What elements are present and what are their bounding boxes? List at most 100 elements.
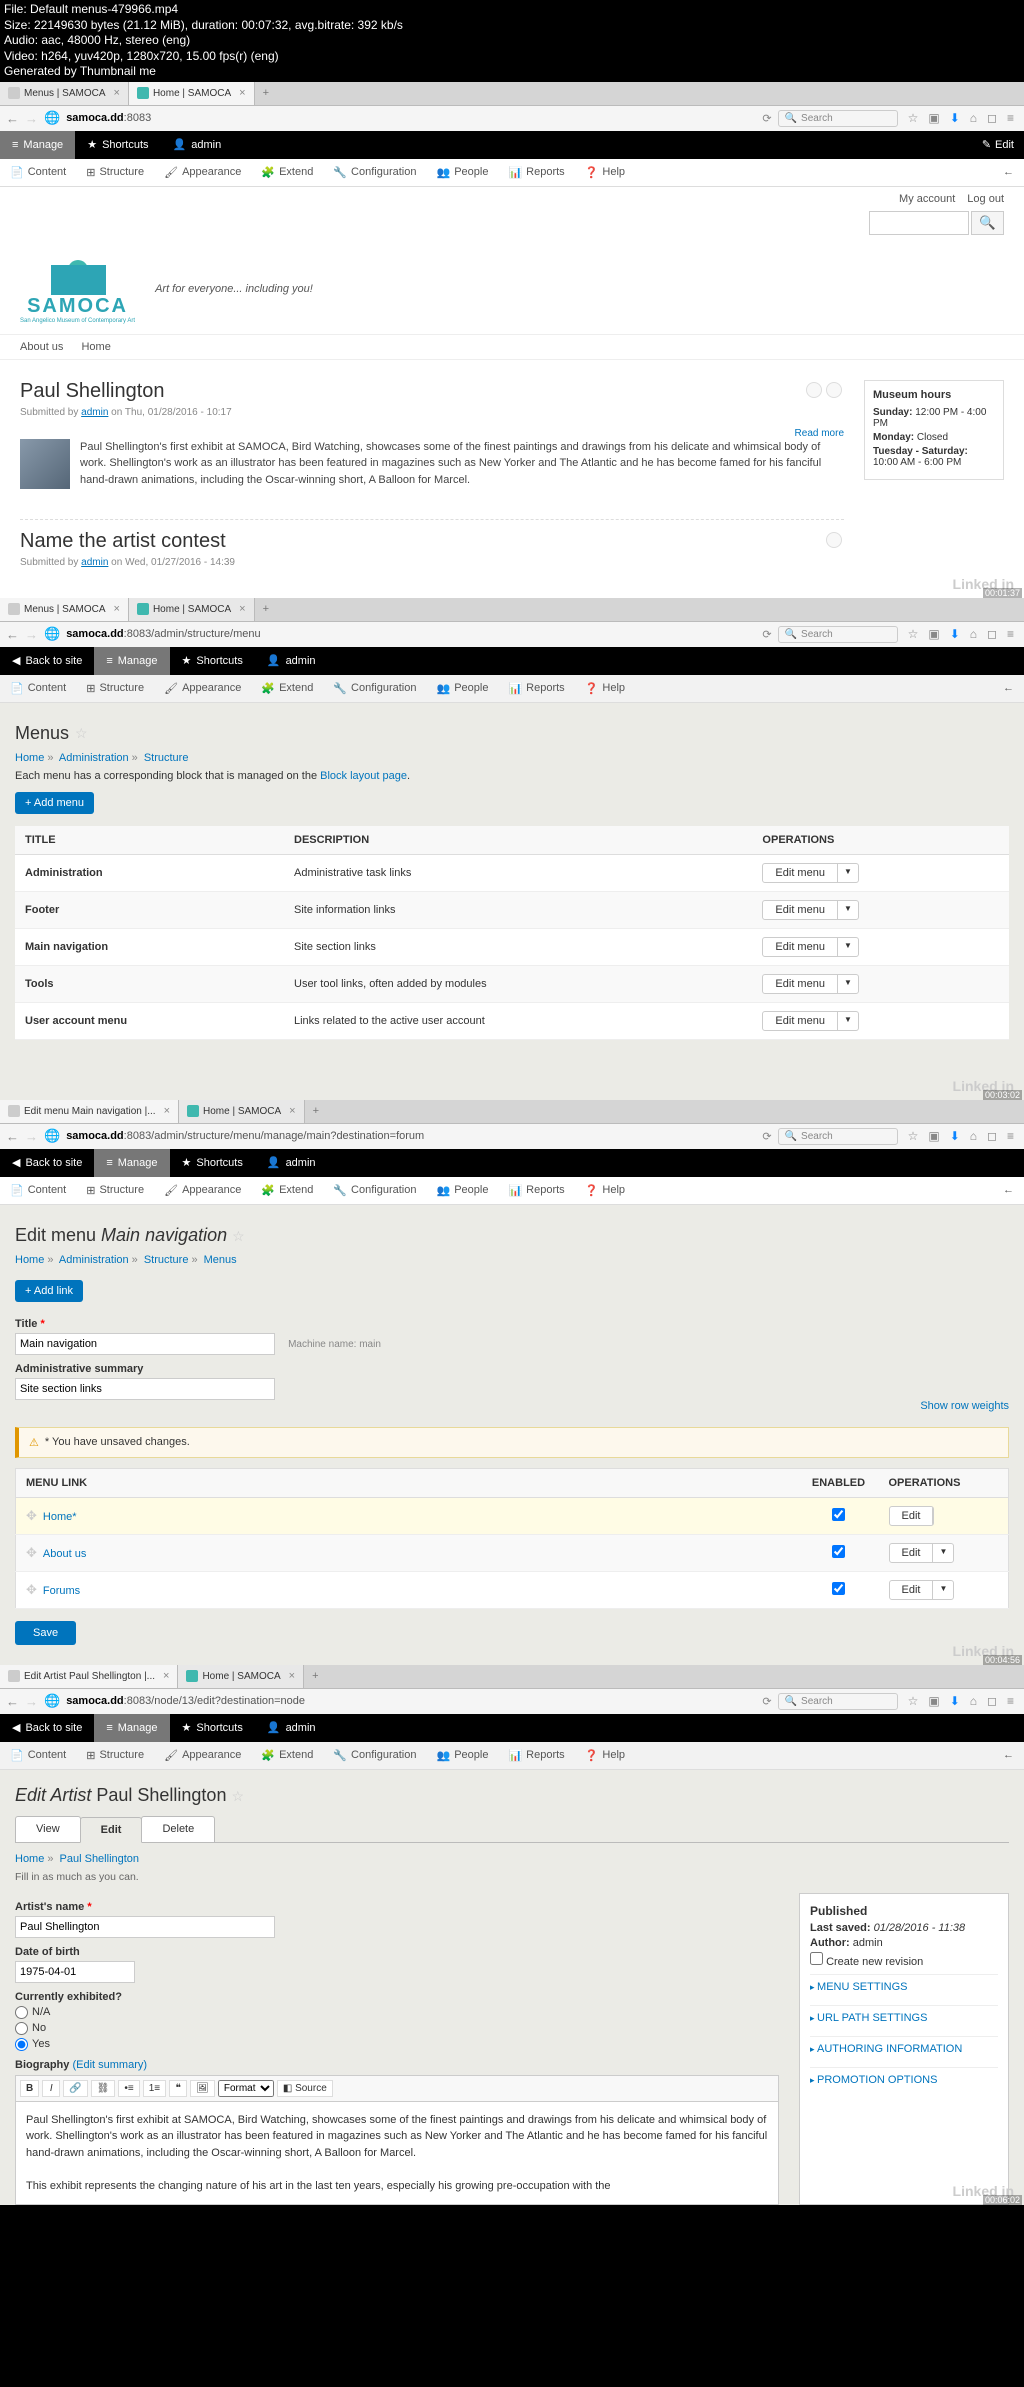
browser-tab[interactable]: Menus | SAMOCA× (0, 598, 129, 621)
dob-input[interactable] (15, 1961, 135, 1983)
help-link[interactable]: ❓ Help (575, 166, 635, 179)
site-logo[interactable]: SAMOCA San Angelico Museum of Contempora… (20, 255, 135, 324)
star-icon[interactable]: ☆ (231, 1788, 244, 1804)
browser-tab[interactable]: Home | SAMOCA× (178, 1665, 304, 1688)
home-icon[interactable]: ⌂ (970, 111, 977, 125)
logout-link[interactable]: Log out (967, 193, 1004, 205)
configuration-link[interactable]: 🔧 Configuration (323, 1749, 426, 1762)
home-icon[interactable]: ⌂ (970, 1129, 977, 1143)
menu-link[interactable]: Home* (43, 1511, 77, 1523)
tab-view[interactable]: View (15, 1816, 81, 1842)
browser-tab[interactable]: Edit Artist Paul Shellington |...× (0, 1665, 178, 1688)
admin-user-button[interactable]: 👤 admin (255, 1149, 328, 1177)
menu-link[interactable]: Forums (43, 1585, 80, 1597)
menu-icon[interactable]: ≡ (1007, 111, 1014, 125)
search-input[interactable]: 🔍 Search (778, 626, 898, 643)
crumb-menus[interactable]: Menus (204, 1254, 237, 1266)
author-link[interactable]: admin (81, 557, 108, 568)
content-link[interactable]: 📄 Content (0, 682, 76, 695)
collapse-icon[interactable]: ← (993, 166, 1024, 178)
back-icon[interactable]: ← (6, 111, 19, 126)
authoring-link[interactable]: AUTHORING INFORMATION (810, 2036, 998, 2061)
italic-button[interactable]: I (42, 2080, 60, 2097)
bookmark-icon[interactable]: ☆ (908, 1694, 919, 1708)
radio-yes[interactable] (15, 2038, 28, 2051)
manage-button[interactable]: ≡ Manage (94, 1149, 169, 1177)
nav-about[interactable]: About us (20, 341, 63, 353)
bookmark-icon[interactable]: ☆ (908, 1129, 919, 1143)
admin-user-button[interactable]: 👤 admin (255, 1714, 328, 1742)
quote-button[interactable]: ❝ (169, 2080, 187, 2097)
url-field[interactable]: samoca.dd:8083/admin/structure/menu/mana… (66, 1130, 424, 1142)
menu-icon[interactable]: ≡ (1007, 1694, 1014, 1708)
crumb-structure[interactable]: Structure (144, 1254, 189, 1266)
menu-icon[interactable]: ≡ (1007, 627, 1014, 641)
search-input[interactable]: 🔍 Search (778, 1128, 898, 1145)
edit-summary-link[interactable]: (Edit summary) (72, 2059, 147, 2071)
pencil-icon[interactable] (826, 382, 842, 398)
close-icon[interactable]: × (114, 87, 120, 99)
pencil-icon[interactable] (826, 532, 842, 548)
help-link[interactable]: ❓ Help (575, 682, 635, 695)
drag-handle-icon[interactable]: ✥ (26, 1582, 37, 1597)
forward-icon[interactable]: → (25, 111, 38, 126)
menu-settings-link[interactable]: MENU SETTINGS (810, 1974, 998, 1999)
edit-menu-button[interactable]: Edit menu▼ (762, 974, 858, 994)
reload-icon[interactable]: ⟳ (762, 112, 771, 125)
configuration-link[interactable]: 🔧 Configuration (323, 682, 426, 695)
url-path-link[interactable]: URL PATH SETTINGS (810, 2005, 998, 2030)
reload-icon[interactable]: ⟳ (762, 628, 771, 641)
search-input[interactable]: 🔍 Search (778, 1693, 898, 1710)
radio-no[interactable] (15, 2022, 28, 2035)
pocket-icon[interactable]: ▣ (928, 627, 939, 641)
summary-input[interactable] (15, 1378, 275, 1400)
admin-user-button[interactable]: 👤 admin (255, 647, 328, 675)
drag-handle-icon[interactable]: ✥ (26, 1508, 37, 1523)
appearance-link[interactable]: 🖌 Appearance (154, 1749, 251, 1762)
manage-button[interactable]: ≡ Manage (94, 647, 169, 675)
menu-link[interactable]: About us (43, 1548, 86, 1560)
shortcuts-button[interactable]: ★ Shortcuts (75, 131, 160, 159)
browser-tab[interactable]: Home | SAMOCA× (129, 598, 255, 621)
crumb-admin[interactable]: Administration (59, 752, 129, 764)
pocket-icon[interactable]: ▣ (928, 1694, 939, 1708)
edit-menu-button[interactable]: Edit menu▼ (762, 863, 858, 883)
new-tab-button[interactable]: + (304, 1670, 326, 1682)
people-link[interactable]: 👥 People (426, 682, 498, 695)
structure-link[interactable]: ⊞ Structure (76, 1749, 154, 1762)
extend-link[interactable]: 🧩 Extend (251, 1184, 323, 1197)
reports-link[interactable]: 📊 Reports (498, 1184, 574, 1197)
nav-home[interactable]: Home (81, 341, 110, 353)
back-to-site-button[interactable]: ◀ Back to site (0, 1714, 94, 1742)
enabled-checkbox[interactable] (832, 1545, 845, 1558)
pencil-icon[interactable] (806, 382, 822, 398)
browser-tab[interactable]: Home | SAMOCA× (129, 82, 255, 105)
add-menu-button[interactable]: + Add menu (15, 792, 94, 814)
structure-link[interactable]: ⊞ Structure (76, 1184, 154, 1197)
add-link-button[interactable]: + Add link (15, 1280, 83, 1302)
close-icon[interactable]: × (164, 1105, 170, 1117)
biography-editor[interactable]: Paul Shellington's first exhibit at SAMO… (15, 2102, 779, 2206)
help-link[interactable]: ❓ Help (575, 1184, 635, 1197)
article-title[interactable]: Name the artist contest (20, 530, 844, 553)
content-link[interactable]: 📄 Content (0, 1184, 76, 1197)
tab-edit[interactable]: Edit (80, 1817, 143, 1843)
bookmark-icon[interactable]: ☆ (908, 111, 919, 125)
link-button[interactable]: 🔗 (63, 2080, 87, 2097)
edit-button[interactable]: Edit▼ (889, 1543, 955, 1563)
forward-icon[interactable]: → (25, 1694, 38, 1709)
radio-na[interactable] (15, 2006, 28, 2019)
revision-checkbox[interactable] (810, 1952, 823, 1965)
url-field[interactable]: samoca.dd:8083/admin/structure/menu (66, 628, 260, 640)
back-to-site-button[interactable]: ◀ Back to site (0, 647, 94, 675)
new-tab-button[interactable]: + (255, 603, 277, 615)
structure-link[interactable]: ⊞ Structure (76, 166, 154, 179)
collapse-icon[interactable]: ← (993, 682, 1024, 694)
read-more-link[interactable]: Read more (795, 428, 844, 439)
content-link[interactable]: 📄 Content (0, 1749, 76, 1762)
downloads-icon[interactable]: ⬇ (950, 1129, 960, 1143)
shortcuts-button[interactable]: ★ Shortcuts (170, 1714, 255, 1742)
drag-handle-icon[interactable]: ✥ (26, 1545, 37, 1560)
pocket-icon[interactable]: ▣ (928, 111, 939, 125)
name-input[interactable] (15, 1916, 275, 1938)
